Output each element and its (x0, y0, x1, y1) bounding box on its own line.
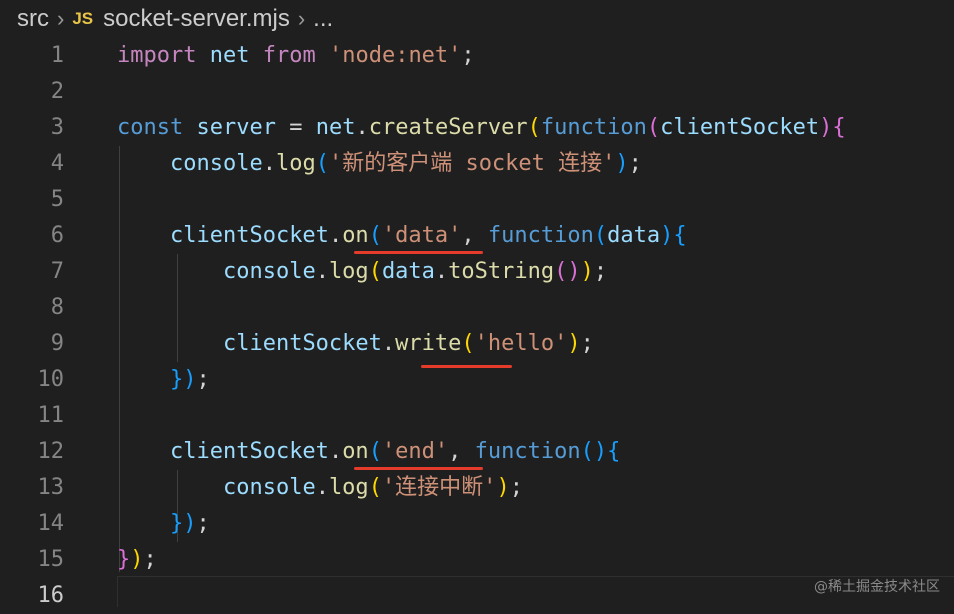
code-line[interactable]: 6 clientSocket.on('data', function(data)… (0, 218, 954, 254)
code-text: clientSocket.on('end', function(){ (169, 439, 621, 464)
line-number: 11 (37, 403, 65, 428)
code-line[interactable]: 13 console.log('连接中断'); (0, 470, 954, 506)
line-number: 12 (37, 439, 65, 464)
line-number: 2 (50, 79, 64, 104)
javascript-file-icon: JS (72, 9, 94, 28)
code-text: }); (169, 367, 210, 392)
code-line[interactable]: 4 console.log('新的客户端 socket 连接'); (0, 146, 954, 182)
code-line[interactable]: 8 (0, 290, 954, 326)
line-number: 15 (37, 547, 65, 572)
line-number: 14 (37, 511, 65, 536)
code-text: console.log(data.toString()); (222, 259, 608, 284)
code-line[interactable]: 16 (0, 578, 954, 614)
line-number: 1 (50, 43, 64, 68)
breadcrumb-folder[interactable]: src (17, 5, 49, 33)
line-number: 4 (50, 151, 64, 176)
code-line[interactable]: 7 console.log(data.toString()); (0, 254, 954, 290)
code-line[interactable]: 14 }); (0, 506, 954, 542)
code-line[interactable]: 1 import net from 'node:net'; (0, 38, 954, 74)
line-number: 6 (50, 223, 64, 248)
line-number: 7 (50, 259, 64, 284)
code-text: const server = net.createServer(function… (117, 115, 846, 140)
line-number: 13 (37, 475, 65, 500)
chevron-right-icon: › (57, 6, 65, 31)
watermark: @稀土掘金技术社区 (814, 579, 940, 595)
code-line[interactable]: 2 (0, 74, 954, 110)
code-editor[interactable]: 1 import net from 'node:net'; 2 3 const serv… (0, 38, 954, 608)
code-line[interactable]: 10 }); (0, 362, 954, 398)
code-text: console.log('新的客户端 socket 连接'); (169, 151, 642, 176)
code-text: console.log('连接中断'); (222, 475, 523, 500)
code-line[interactable]: 15}); (0, 542, 954, 578)
chevron-right-icon: › (297, 6, 306, 31)
code-text: import net from 'node:net'; (117, 43, 475, 68)
code-text: clientSocket.on('data', function(data){ (169, 223, 687, 248)
code-line[interactable]: 12 clientSocket.on('end', function(){ (0, 434, 954, 470)
line-number: 16 (37, 583, 65, 608)
line-number: 3 (50, 115, 64, 140)
code-line[interactable]: 5 (0, 182, 954, 218)
line-number: 5 (50, 187, 64, 212)
code-text: }); (117, 547, 157, 572)
code-text: }); (169, 511, 210, 536)
line-number: 8 (50, 295, 64, 320)
breadcrumb-file[interactable]: socket-server.mjs (103, 5, 290, 33)
code-line[interactable]: 3 const server = net.createServer(functio… (0, 110, 954, 146)
code-line[interactable]: 11 (0, 398, 954, 434)
breadcrumb-symbols[interactable]: ... (313, 5, 333, 33)
breadcrumb: src › JS socket-server.mjs › ... (0, 0, 954, 38)
code-text: clientSocket.write('hello'); (222, 331, 594, 356)
line-number: 10 (37, 367, 65, 392)
line-number: 9 (50, 331, 64, 356)
code-line[interactable]: 9 clientSocket.write('hello'); (0, 326, 954, 362)
